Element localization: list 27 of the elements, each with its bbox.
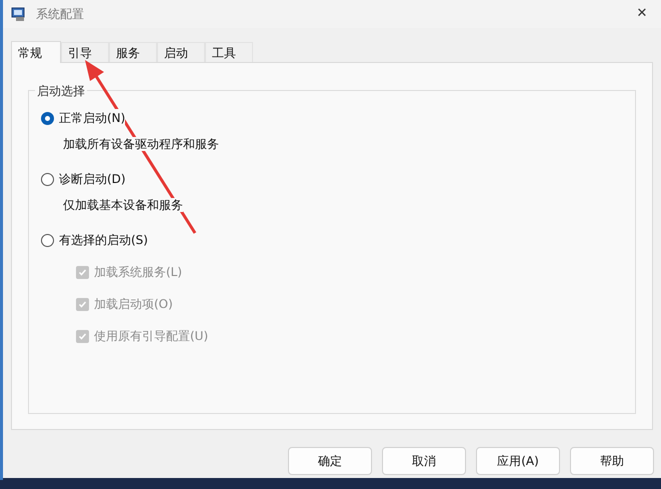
checkmark-icon bbox=[78, 332, 87, 340]
group-legend: 启动选择 bbox=[35, 82, 87, 100]
checkbox-label: 加载启动项(O) bbox=[94, 296, 173, 313]
window-title: 系统配置 bbox=[36, 6, 84, 23]
option-description: 仅加载基本设备和服务 bbox=[63, 198, 183, 212]
tab[interactable]: 引导 bbox=[61, 42, 109, 62]
dialog-button[interactable]: 应用(A) bbox=[476, 447, 560, 475]
radio-button[interactable] bbox=[41, 172, 54, 186]
dialog-button[interactable]: 确定 bbox=[288, 447, 372, 475]
checkmark-icon bbox=[78, 268, 87, 276]
option-description: 加载所有设备驱动程序和服务 bbox=[63, 137, 219, 151]
radio-button[interactable] bbox=[41, 112, 54, 124]
tab[interactable]: 服务 bbox=[109, 42, 157, 62]
radio-button[interactable] bbox=[41, 234, 54, 246]
radio-label: 诊断启动(D) bbox=[59, 170, 126, 188]
tab[interactable]: 工具 bbox=[205, 42, 253, 62]
close-button[interactable]: ✕ bbox=[627, 2, 657, 26]
checkmark-icon bbox=[78, 300, 87, 308]
radio-label: 正常启动(N) bbox=[59, 109, 126, 127]
dialog-button[interactable]: 取消 bbox=[382, 447, 466, 475]
settings-window-icon bbox=[11, 6, 27, 22]
tab[interactable]: 常规 bbox=[11, 41, 61, 63]
checkbox-label: 使用原有引导配置(U) bbox=[94, 328, 208, 345]
tab[interactable]: 启动 bbox=[157, 42, 205, 62]
radio-label: 有选择的启动(S) bbox=[59, 231, 148, 249]
dialog-button[interactable]: 帮助 bbox=[570, 447, 654, 475]
checkbox-label: 加载系统服务(L) bbox=[94, 264, 182, 281]
